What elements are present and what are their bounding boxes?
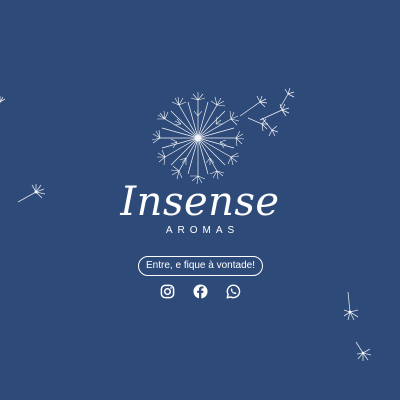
instagram-icon (160, 284, 174, 299)
seed-icon (355, 341, 372, 361)
facebook-link[interactable] (192, 284, 208, 299)
whatsapp-icon (226, 284, 240, 299)
social-links (0, 284, 400, 299)
brand-name: Insense (120, 179, 280, 225)
enter-button[interactable]: Entre, e fique à vontade! (138, 256, 263, 276)
landing-page: Insense AROMAS Entre, e fique à vontade! (0, 0, 400, 400)
instagram-link[interactable] (160, 284, 175, 299)
whatsapp-link[interactable] (226, 284, 241, 299)
brand-subtitle: AROMAS (165, 225, 240, 236)
facebook-icon (192, 284, 208, 299)
seed-icon (0, 96, 6, 104)
